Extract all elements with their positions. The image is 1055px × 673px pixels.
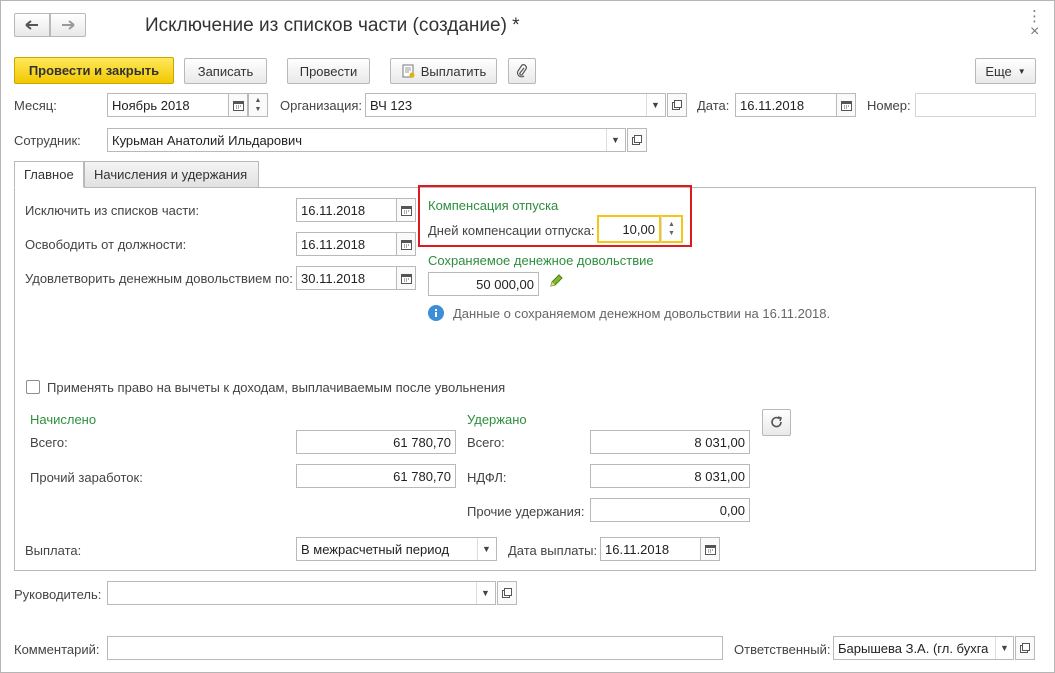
withheld-ndfl-field: 8 031,00 [590, 464, 750, 488]
arrow-left-icon [25, 20, 39, 30]
date-field[interactable]: 16.11.2018 [735, 93, 837, 117]
exclude-label: Исключить из списков части: [25, 203, 200, 218]
employee-label: Сотрудник: [14, 133, 81, 148]
chevron-down-icon[interactable]: ▼ [646, 94, 664, 116]
comment-field[interactable] [107, 636, 723, 660]
calendar-icon[interactable] [396, 266, 416, 290]
organization-label: Организация: [280, 98, 363, 113]
deduction-checkbox-label[interactable]: Применять право на вычеты к доходам, вып… [47, 380, 505, 395]
payment-select[interactable]: В межрасчетный период [296, 537, 497, 561]
allowance-date-field[interactable]: 30.11.2018 [296, 266, 397, 290]
tab-accruals-deductions[interactable]: Начисления и удержания [84, 161, 259, 188]
comment-label: Комментарий: [14, 642, 100, 657]
back-button[interactable] [14, 13, 50, 37]
month-stepper[interactable]: ▲ ▼ [248, 93, 268, 117]
payment-date-field[interactable]: 16.11.2018 [600, 537, 701, 561]
calendar-icon[interactable] [396, 232, 416, 256]
calendar-icon[interactable] [836, 93, 856, 117]
accrued-total-field: 61 780,70 [296, 430, 456, 454]
payment-label: Выплата: [25, 543, 82, 558]
open-in-window-icon[interactable] [1015, 636, 1035, 660]
date-label: Дата: [697, 98, 730, 113]
payment-date-label: Дата выплаты: [508, 543, 598, 558]
accrued-title: Начислено [30, 412, 97, 427]
info-icon [428, 305, 444, 321]
open-in-window-icon[interactable] [497, 581, 517, 605]
withheld-other-field: 0,00 [590, 498, 750, 522]
info-text: Данные о сохраняемом денежном довольстви… [453, 306, 831, 321]
month-label: Месяц: [14, 98, 57, 113]
responsible-field[interactable]: Барышева З.А. (гл. бухга [833, 636, 1014, 660]
post-button[interactable]: Провести [287, 58, 370, 84]
allowance-label: Удовлетворить денежным довольствием по: [25, 271, 293, 286]
compensation-title: Компенсация отпуска [428, 198, 559, 213]
accrued-other-field: 61 780,70 [296, 464, 456, 488]
withheld-other-label: Прочие удержания: [467, 504, 585, 519]
chevron-down-icon[interactable]: ▼ [995, 637, 1013, 659]
calendar-icon[interactable] [396, 198, 416, 222]
refresh-icon [770, 416, 783, 429]
pay-button[interactable]: Выплатить [390, 58, 497, 84]
compensation-days-label: Дней компенсации отпуска: [428, 223, 595, 238]
manager-field[interactable] [107, 581, 496, 605]
manager-label: Руководитель: [14, 587, 102, 602]
document-pay-icon [401, 64, 415, 78]
withheld-total-field: 8 031,00 [590, 430, 750, 454]
saved-allowance-title: Сохраняемое денежное довольствие [428, 253, 654, 268]
accrued-total-label: Всего: [30, 435, 68, 450]
pencil-icon[interactable] [549, 273, 564, 288]
open-in-window-icon[interactable] [627, 128, 647, 152]
accrued-other-label: Прочий заработок: [30, 470, 143, 485]
more-button-label: Еще [985, 63, 1012, 79]
withheld-ndfl-label: НДФЛ: [467, 470, 507, 485]
organization-field[interactable]: ВЧ 123 [365, 93, 666, 117]
chevron-down-icon[interactable]: ▼ [477, 538, 495, 560]
month-field[interactable]: Ноябрь 2018 [107, 93, 229, 117]
calendar-icon[interactable] [228, 93, 248, 117]
exclude-date-field[interactable]: 16.11.2018 [296, 198, 397, 222]
open-in-window-icon[interactable] [667, 93, 687, 117]
post-and-close-button[interactable]: Провести и закрыть [14, 57, 174, 84]
chevron-down-icon[interactable]: ▼ [606, 129, 624, 151]
compensation-days-field[interactable]: 10,00 [597, 215, 661, 243]
tab-main[interactable]: Главное [14, 161, 84, 188]
number-field[interactable] [915, 93, 1036, 117]
saved-allowance-field: 50 000,00 [428, 272, 539, 296]
page-title: Исключение из списков части (создание) * [145, 15, 520, 36]
number-label: Номер: [867, 98, 911, 113]
close-icon[interactable]: × [1030, 23, 1039, 41]
forward-button[interactable] [50, 13, 86, 37]
withheld-total-label: Всего: [467, 435, 505, 450]
chevron-down-icon: ▼ [1017, 66, 1026, 76]
paperclip-icon [516, 64, 528, 78]
responsible-label: Ответственный: [734, 642, 831, 657]
chevron-down-icon[interactable]: ▼ [476, 582, 494, 604]
withheld-title: Удержано [467, 412, 527, 427]
more-button[interactable]: Еще ▼ [975, 58, 1036, 84]
document-window: Исключение из списков части (создание) *… [0, 0, 1055, 673]
attach-button[interactable] [508, 58, 536, 84]
save-button[interactable]: Записать [184, 58, 267, 84]
refresh-button[interactable] [762, 409, 791, 436]
employee-field[interactable]: Курьман Анатолий Ильдарович [107, 128, 626, 152]
release-date-field[interactable]: 16.11.2018 [296, 232, 397, 256]
release-label: Освободить от должности: [25, 237, 187, 252]
deduction-checkbox[interactable] [26, 380, 40, 394]
pay-button-label: Выплатить [420, 63, 487, 79]
calendar-icon[interactable] [700, 537, 720, 561]
arrow-right-icon [61, 20, 75, 30]
compensation-days-stepper[interactable]: ▲ ▼ [661, 215, 683, 243]
